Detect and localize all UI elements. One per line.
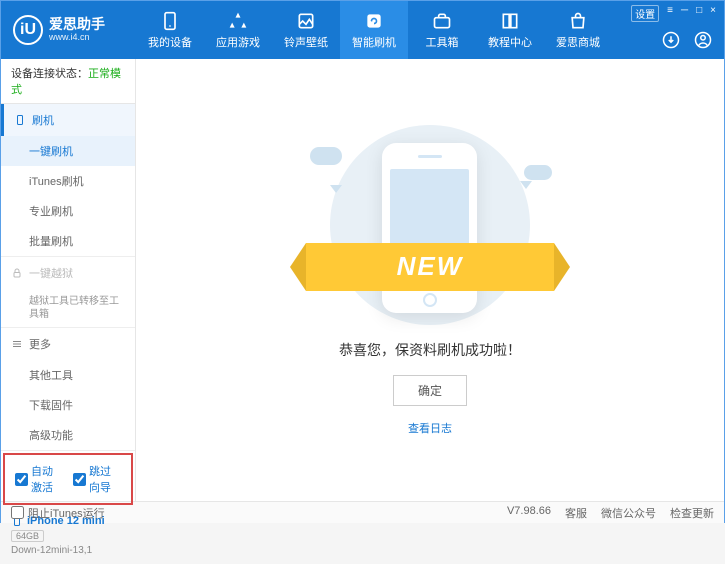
wechat-link[interactable]: 微信公众号 — [601, 505, 656, 521]
maximize-icon[interactable]: □ — [696, 5, 702, 22]
sidebar-item-other-tools[interactable]: 其他工具 — [1, 360, 135, 390]
cloud-icon — [524, 165, 552, 180]
tab-label: 教程中心 — [488, 34, 532, 50]
cb-label: 自动激活 — [31, 463, 63, 495]
sidebar-jailbreak-header[interactable]: 一键越狱 — [1, 257, 135, 289]
app-logo-icon: iU — [13, 15, 43, 45]
tab-my-device[interactable]: 我的设备 — [136, 1, 204, 59]
refresh-icon — [364, 11, 384, 31]
section-label: 刷机 — [32, 112, 54, 128]
cloud-icon — [310, 147, 342, 165]
tab-store[interactable]: 爱思商城 — [544, 1, 612, 59]
section-label: 更多 — [29, 336, 51, 352]
tab-label: 智能刷机 — [352, 34, 396, 50]
nav-tabs: 我的设备 应用游戏 铃声壁纸 智能刷机 工具箱 教程中心 爱思商城 — [136, 1, 612, 59]
book-icon — [500, 11, 520, 31]
sidebar-item-oneclick-flash[interactable]: 一键刷机 — [1, 136, 135, 166]
user-icon[interactable] — [694, 31, 712, 49]
wallpaper-icon — [296, 11, 316, 31]
sidebar-item-itunes-flash[interactable]: iTunes刷机 — [1, 166, 135, 196]
tab-ringtone[interactable]: 铃声壁纸 — [272, 1, 340, 59]
success-message: 恭喜您，保资料刷机成功啦！ — [339, 340, 521, 360]
download-icon[interactable] — [662, 31, 680, 49]
sidebar: 设备连接状态：正常模式 刷机 一键刷机 iTunes刷机 专业刷机 批量刷机 一… — [1, 59, 136, 501]
chevron-down-icon — [520, 181, 532, 189]
conn-label: 设备连接状态： — [11, 68, 88, 80]
app-url: www.i4.cn — [49, 33, 105, 43]
window-controls: 设置 ≡ ─ □ × — [631, 5, 716, 22]
connection-status: 设备连接状态：正常模式 — [1, 59, 135, 104]
tab-apps[interactable]: 应用游戏 — [204, 1, 272, 59]
lock-icon — [11, 267, 23, 279]
phone-icon — [14, 114, 26, 126]
toolbox-icon — [432, 11, 452, 31]
confirm-button[interactable]: 确定 — [393, 375, 467, 406]
success-illustration: NEW — [300, 125, 560, 325]
sidebar-flash-header[interactable]: 刷机 — [1, 104, 135, 136]
minimize-icon[interactable]: ─ — [681, 5, 688, 22]
block-itunes-label: 阻止iTunes运行 — [28, 505, 105, 521]
tab-tutorial[interactable]: 教程中心 — [476, 1, 544, 59]
new-badge: NEW — [306, 243, 554, 291]
close-icon[interactable]: × — [710, 5, 716, 22]
chevron-down-icon — [330, 185, 342, 193]
menu-icon[interactable]: ≡ — [667, 5, 673, 22]
sidebar-item-batch-flash[interactable]: 批量刷机 — [1, 226, 135, 256]
app-header: iU 爱思助手 www.i4.cn 我的设备 应用游戏 铃声壁纸 智能刷机 工具… — [1, 1, 724, 59]
support-link[interactable]: 客服 — [565, 505, 587, 521]
phone-icon — [160, 11, 180, 31]
store-icon — [568, 11, 588, 31]
tab-label: 工具箱 — [426, 34, 459, 50]
device-model: Down-12mini-13,1 — [11, 545, 125, 556]
app-name: 爱思助手 — [49, 17, 105, 32]
section-label: 一键越狱 — [29, 265, 73, 281]
version-label: V7.98.66 — [507, 505, 551, 521]
tab-toolbox[interactable]: 工具箱 — [408, 1, 476, 59]
storage-badge: 64GB — [11, 530, 44, 542]
apps-icon — [228, 11, 248, 31]
tab-label: 应用游戏 — [216, 34, 260, 50]
view-log-link[interactable]: 查看日志 — [408, 420, 452, 436]
block-itunes-checkbox[interactable]: 阻止iTunes运行 — [11, 505, 105, 521]
sidebar-item-advanced[interactable]: 高级功能 — [1, 420, 135, 450]
main-content: NEW 恭喜您，保资料刷机成功啦！ 确定 查看日志 — [136, 59, 724, 501]
jailbreak-note: 越狱工具已转移至工具箱 — [1, 289, 135, 327]
menu-icon — [11, 338, 23, 350]
sidebar-item-pro-flash[interactable]: 专业刷机 — [1, 196, 135, 226]
settings-link[interactable]: 设置 — [631, 5, 659, 22]
checkbox-highlight-area: 自动激活 跳过向导 — [3, 453, 133, 505]
tab-flash[interactable]: 智能刷机 — [340, 1, 408, 59]
tab-label: 我的设备 — [148, 34, 192, 50]
check-update-link[interactable]: 检查更新 — [670, 505, 714, 521]
sidebar-item-download-firmware[interactable]: 下载固件 — [1, 390, 135, 420]
sidebar-more-header[interactable]: 更多 — [1, 328, 135, 360]
checkbox-auto-activate[interactable]: 自动激活 — [15, 463, 63, 495]
tab-label: 铃声壁纸 — [284, 34, 328, 50]
checkbox-skip-guide[interactable]: 跳过向导 — [73, 463, 121, 495]
logo-area: iU 爱思助手 www.i4.cn — [1, 15, 136, 45]
cb-label: 跳过向导 — [89, 463, 121, 495]
tab-label: 爱思商城 — [556, 34, 600, 50]
